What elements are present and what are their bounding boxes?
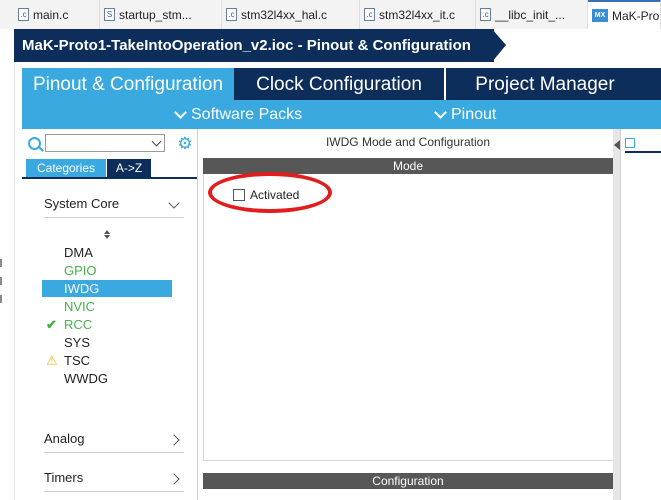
editor-tab-main-c[interactable]: .c main.c — [14, 0, 100, 29]
c-file-icon: .c — [226, 8, 237, 21]
section-label: Analog — [44, 431, 85, 446]
panel-splitter[interactable] — [613, 129, 620, 500]
chevron-right-icon — [168, 473, 180, 485]
peripheral-label: IWDG — [64, 281, 100, 296]
section-label: Timers — [44, 470, 84, 485]
section-analog[interactable]: Analog — [44, 426, 184, 453]
categories-panel: ⚙ Categories A->Z System Core DMA GPIO I… — [22, 129, 198, 500]
s-file-icon: S — [104, 8, 115, 21]
peripheral-rcc[interactable]: ✔ RCC — [42, 316, 172, 333]
peripheral-iwdg[interactable]: IWDG — [42, 280, 172, 297]
chevron-down-icon[interactable] — [151, 136, 162, 147]
editor-tab-label: stm32l4xx_it.c — [379, 7, 456, 22]
pinout-label: Pinout — [451, 106, 497, 123]
panel-title: IWDG Mode and Configuration — [325, 135, 491, 149]
gear-icon[interactable]: ⚙ — [176, 135, 194, 153]
peripheral-sys[interactable]: SYS — [42, 334, 172, 351]
highlight-ellipse — [208, 172, 332, 213]
software-packs-menu[interactable]: Software Packs — [174, 100, 303, 129]
mx-file-icon: MX — [592, 9, 608, 22]
editor-tab-label: MaK-Pro — [612, 8, 660, 23]
mode-body — [203, 174, 614, 461]
peripheral-gpio[interactable]: GPIO — [42, 262, 172, 279]
editor-tab-libc[interactable]: .c __libc_init_... — [476, 0, 588, 29]
peripheral-nvic[interactable]: NVIC — [42, 298, 172, 315]
chevron-down-icon — [434, 106, 447, 119]
editor-tab-label: stm32l4xx_hal.c — [241, 7, 328, 22]
search-row: ⚙ — [22, 133, 197, 155]
peripheral-dma[interactable]: DMA — [42, 244, 172, 261]
check-icon: ✔ — [46, 317, 57, 332]
sort-icon[interactable] — [103, 230, 113, 240]
peripheral-label: DMA — [64, 245, 93, 260]
sub-toolbar: Software Packs Pinout — [22, 100, 661, 129]
section-timers[interactable]: Timers — [44, 465, 184, 492]
search-icon[interactable] — [28, 137, 41, 150]
warning-icon: ⚠ — [46, 353, 58, 368]
gutter-marker — [0, 277, 2, 285]
editor-tab-it[interactable]: .c stm32l4xx_it.c — [360, 0, 476, 29]
editor-tab-strip: .c main.c S startup_stm... .c stm32l4xx_… — [0, 0, 661, 30]
chevron-down-icon — [168, 197, 180, 209]
breadcrumb-arrow-icon — [492, 29, 506, 62]
gutter-marker — [0, 259, 2, 267]
chevron-down-icon — [174, 106, 187, 119]
editor-tab-label: main.c — [33, 7, 69, 22]
peripheral-tsc[interactable]: ⚠ TSC — [42, 352, 172, 369]
tab-a-z[interactable]: A->Z — [107, 159, 151, 177]
pinout-view-tab[interactable] — [625, 135, 661, 153]
software-packs-label: Software Packs — [191, 106, 303, 123]
pinout-menu[interactable]: Pinout — [434, 100, 497, 129]
peripheral-wwdg[interactable]: WWDG — [42, 370, 172, 387]
peripheral-label: GPIO — [64, 263, 97, 278]
c-file-icon: .c — [18, 8, 29, 21]
chevron-right-icon — [168, 434, 180, 446]
c-file-icon: .c — [480, 8, 491, 21]
search-combobox[interactable] — [45, 134, 165, 152]
pinout-view-panel — [620, 129, 661, 500]
section-label: System Core — [44, 196, 120, 211]
configuration-header: Configuration — [203, 473, 613, 489]
peripheral-label: SYS — [64, 335, 91, 350]
editor-tab-label: __libc_init_... — [495, 7, 566, 22]
gutter-marker — [0, 295, 2, 303]
peripheral-label: WWDG — [64, 371, 109, 386]
editor-tab-startup[interactable]: S startup_stm... — [100, 0, 222, 29]
tab-pinout-configuration[interactable]: Pinout & Configuration — [22, 68, 234, 100]
chip-icon — [625, 138, 635, 148]
title-bar: MaK-Proto1-TakeIntoOperation_v2.ioc - Pi… — [14, 29, 661, 62]
editor-tab-label: startup_stm... — [119, 7, 192, 22]
breadcrumb[interactable]: MaK-Proto1-TakeIntoOperation_v2.ioc - Pi… — [14, 29, 494, 62]
category-tabs: Categories A->Z — [22, 159, 197, 179]
peripheral-label: TSC — [64, 353, 90, 368]
tab-categories[interactable]: Categories — [26, 159, 106, 177]
editor-tab-ioc[interactable]: MX MaK-Pro — [588, 0, 661, 29]
c-file-icon: .c — [364, 8, 375, 21]
section-system-core[interactable]: System Core — [44, 191, 184, 218]
tab-clock-configuration[interactable]: Clock Configuration — [234, 68, 444, 100]
editor-tab-hal[interactable]: .c stm32l4xx_hal.c — [222, 0, 360, 29]
tab-project-manager[interactable]: Project Manager — [444, 68, 644, 100]
editor-gutter — [0, 29, 15, 500]
main-tabs: Pinout & Configuration Clock Configurati… — [22, 68, 661, 100]
peripheral-label: RCC — [64, 317, 93, 332]
peripheral-label: NVIC — [64, 299, 96, 314]
